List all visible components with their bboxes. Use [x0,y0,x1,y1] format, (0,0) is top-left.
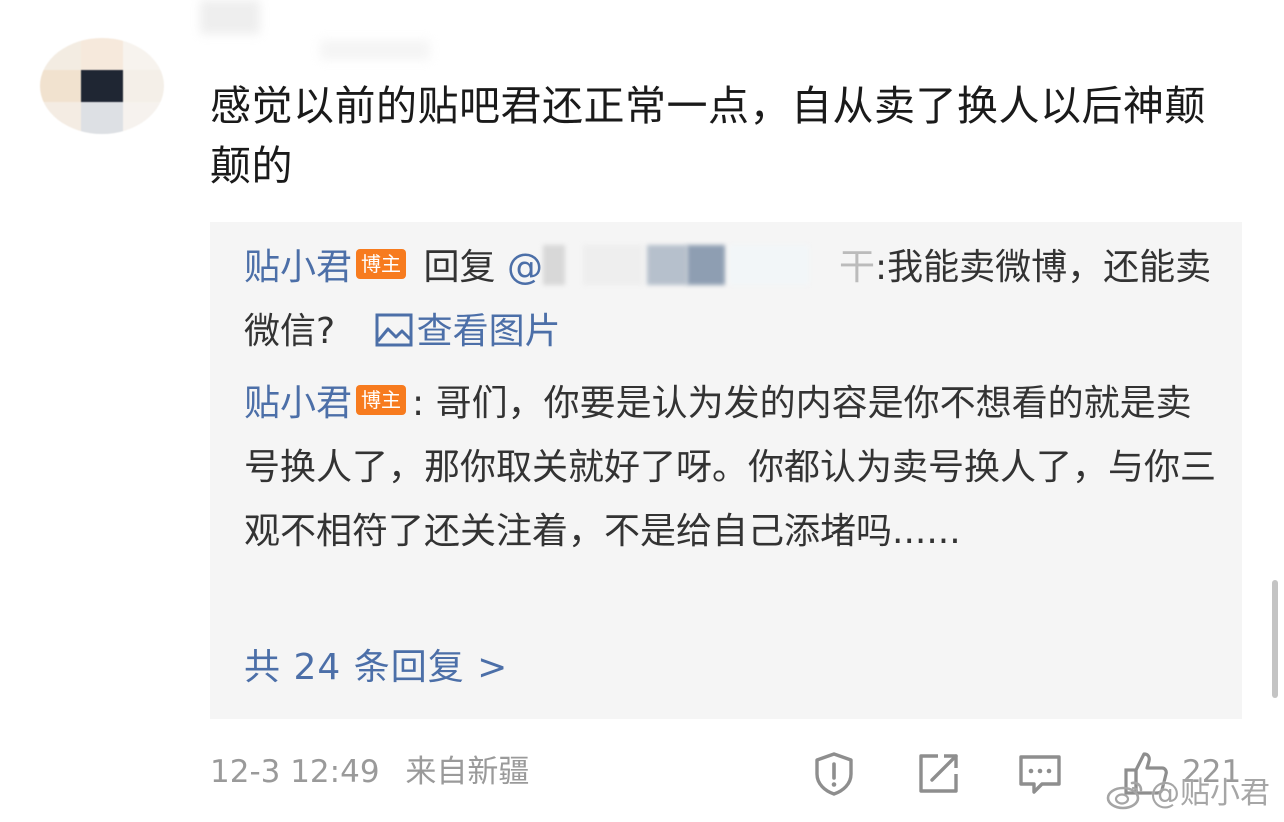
share-icon[interactable] [914,750,962,798]
comment-meta: 12-3 12:49 来自新疆 [210,746,529,798]
more-replies-link[interactable]: 共 24 条回复 > [244,636,508,700]
reply-author[interactable]: 贴小君 [244,247,352,288]
scrollbar[interactable] [1272,580,1278,698]
watermark-text: @贴小君 [1150,776,1270,811]
redacted-username [542,245,839,285]
mention-tail: 干 [838,247,875,288]
mention-link[interactable]: @ 干 [506,245,875,288]
image-icon [375,304,413,368]
reply-item[interactable]: 贴小君 博主: 哥们，你要是认为发的内容是你不想看的就是卖号换人了，那你取关就好了… [244,372,1219,564]
comment-screen: 感觉以前的贴吧君还正常一点，自从卖了换人以后神颠颠的 贴小君 博主 回复 @ 干:我… [0,0,1284,822]
weibo-logo-icon [1106,776,1150,811]
report-icon[interactable] [810,750,858,798]
avatar[interactable] [40,38,164,134]
reply-box[interactable]: 贴小君 博主 回复 @ 干:我能卖微博，还能卖微信? 查看图片 贴小君 博主: 哥们，… [210,222,1242,719]
view-image-link[interactable]: 查看图片 [375,311,561,352]
blurred-previous-content [320,40,430,60]
reply-item[interactable]: 贴小君 博主 回复 @ 干:我能卖微博，还能卖微信? 查看图片 [244,236,1219,368]
mention-prefix: @ [506,247,543,288]
comment-icon[interactable] [1016,750,1064,798]
view-image-label: 查看图片 [416,311,561,352]
comment-location: 来自新疆 [405,754,530,790]
blurred-previous-content [200,0,260,34]
reply-author[interactable]: 贴小君 [244,383,352,424]
reply-action-label: 回复 [423,247,496,288]
comment-time: 12-3 12:49 [210,754,380,790]
comment-text: 感觉以前的贴吧君还正常一点，自从卖了换人以后神颠颠的 [210,82,1206,190]
blogger-badge: 博主 [356,249,407,279]
blogger-badge: 博主 [356,385,407,415]
watermark: @贴小君 [1106,774,1270,814]
